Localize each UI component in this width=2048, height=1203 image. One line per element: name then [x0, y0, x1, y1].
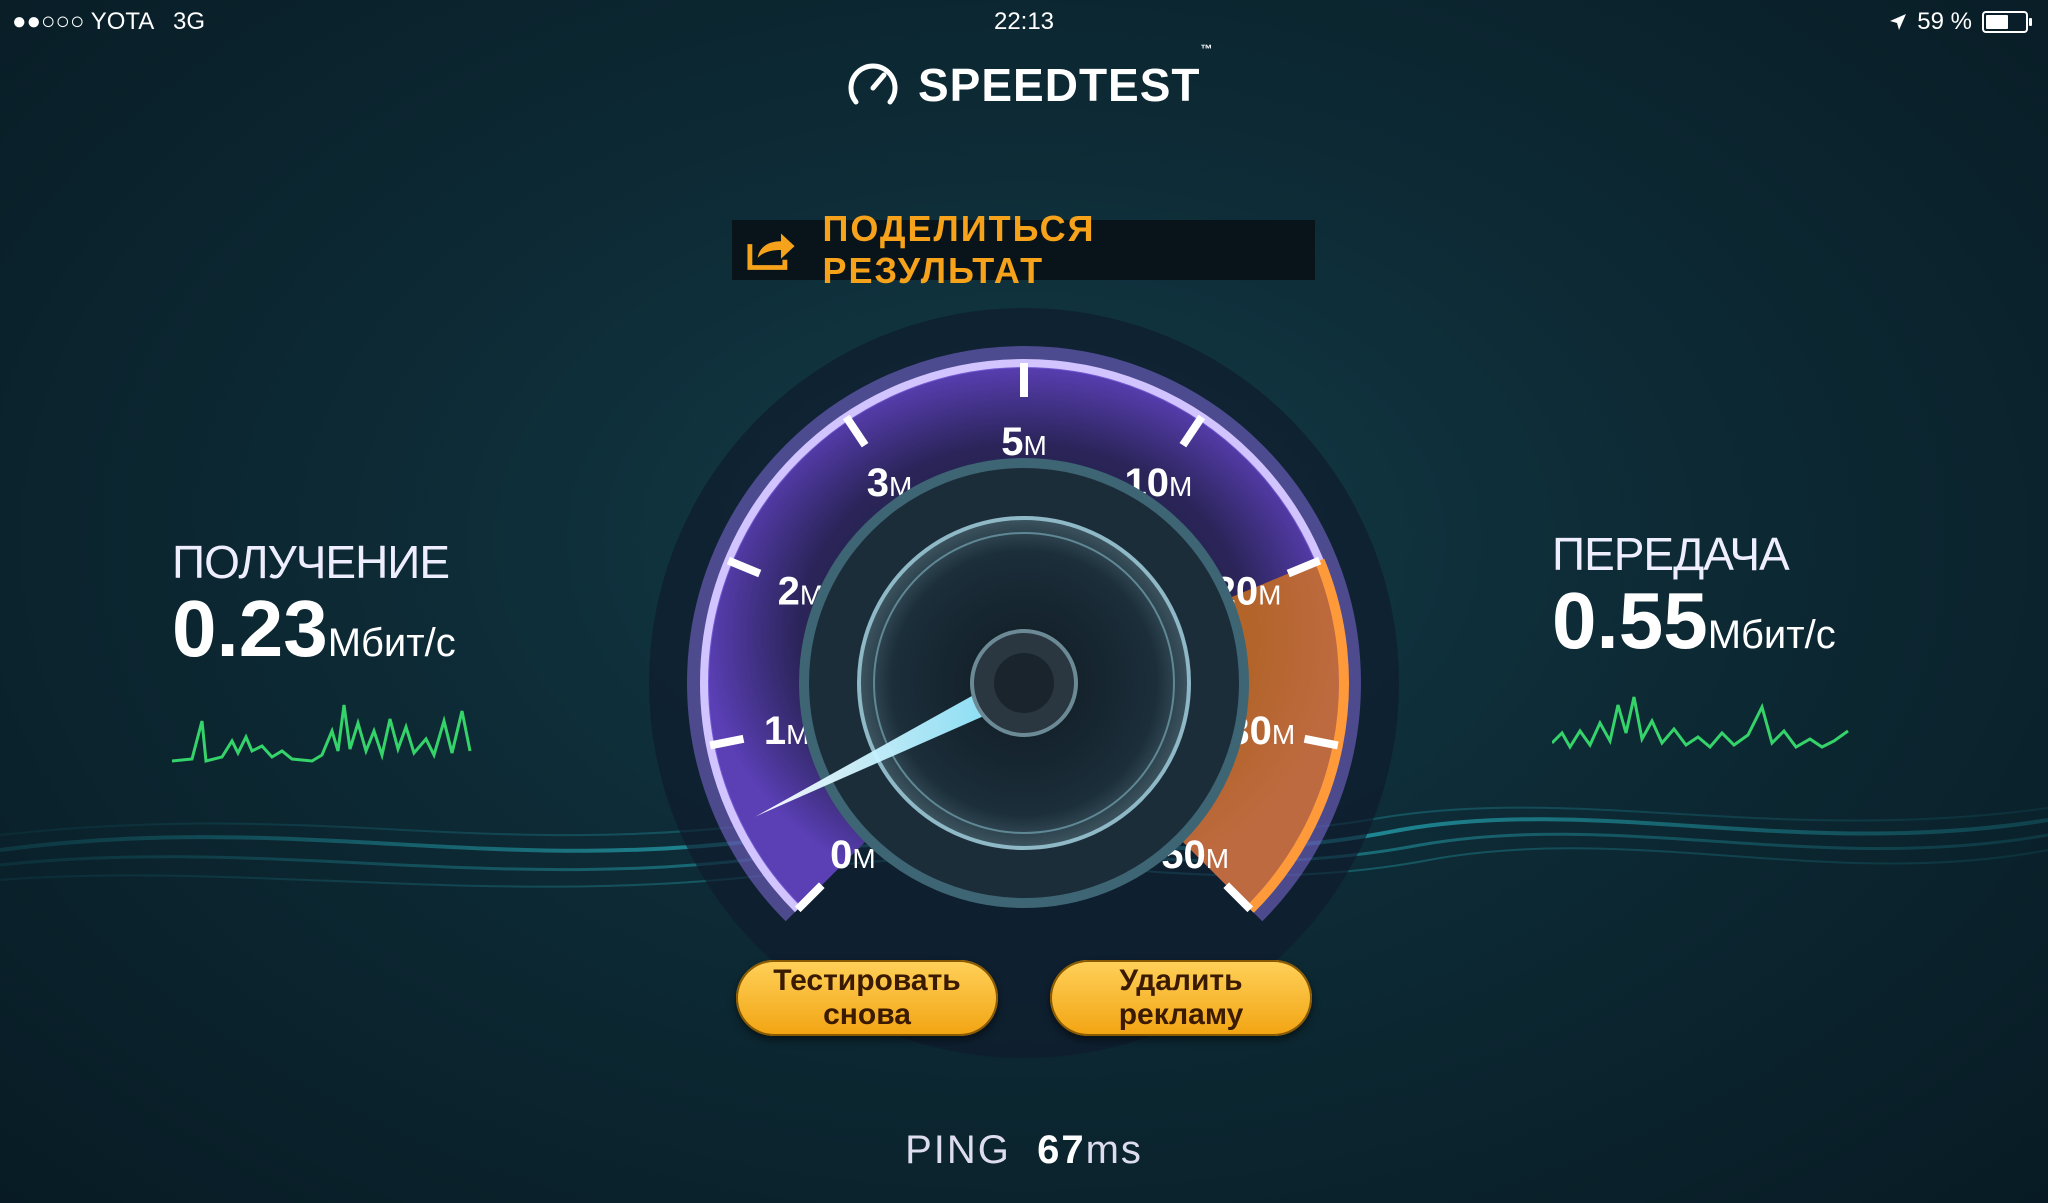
- speed-gauge: 0M1M2M3M5M10M20M30M50M: [649, 308, 1399, 1058]
- retest-button[interactable]: Тестировать снова: [736, 960, 998, 1036]
- ping-readout: PING 67ms: [0, 1128, 2048, 1173]
- remove-ads-label-line1: Удалить: [1119, 964, 1243, 997]
- retest-label-line2: снова: [823, 998, 911, 1031]
- retest-label-line1: Тестировать: [773, 964, 961, 997]
- needle-hub-center: [994, 653, 1054, 713]
- ping-value: 67: [1037, 1128, 1086, 1172]
- ping-unit: ms: [1085, 1128, 1143, 1172]
- remove-ads-label-line2: рекламу: [1118, 998, 1244, 1031]
- remove-ads-button[interactable]: Удалить рекламу: [1050, 960, 1312, 1036]
- ping-label: PING: [905, 1128, 1011, 1172]
